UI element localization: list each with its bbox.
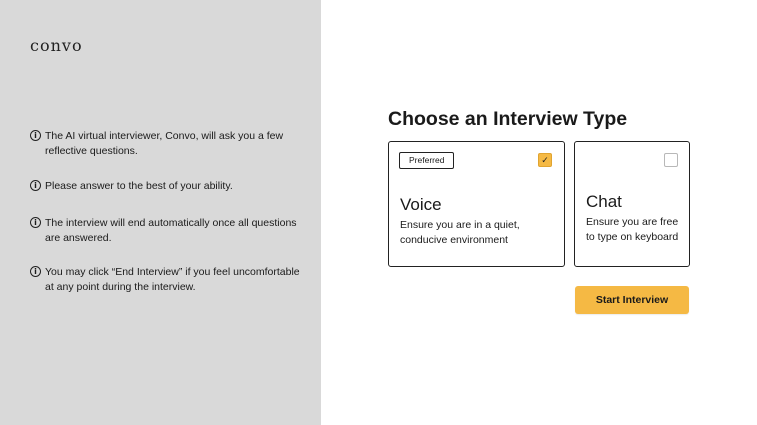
checkmark-icon: ✓ — [541, 155, 549, 165]
info-panel: convo i The AI virtual interviewer, Conv… — [0, 0, 321, 425]
instruction-text: The interview will end automatically onc… — [45, 217, 297, 244]
info-icon: i — [30, 217, 41, 228]
instruction-item: i Please answer to the best of your abil… — [30, 179, 300, 194]
instruction-item: i The AI virtual interviewer, Convo, wil… — [30, 129, 300, 159]
info-icon: i — [30, 130, 41, 141]
voice-checkbox[interactable]: ✓ — [538, 153, 552, 167]
instruction-item: i You may click “End Interview” if you f… — [30, 265, 300, 295]
voice-option-title: Voice — [400, 195, 442, 214]
voice-option-card[interactable]: Preferred ✓ Voice Ensure you are in a qu… — [388, 141, 565, 267]
page-title: Choose an Interview Type — [388, 108, 628, 130]
chat-option-title: Chat — [586, 192, 622, 211]
instruction-text: Please answer to the best of your abilit… — [45, 180, 233, 192]
info-icon: i — [30, 180, 41, 191]
chat-option-description: Ensure you are free to type on keyboard — [586, 216, 679, 243]
preferred-badge: Preferred — [399, 152, 455, 169]
instruction-text: The AI virtual interviewer, Convo, will … — [45, 130, 284, 157]
chat-checkbox[interactable] — [664, 153, 678, 167]
voice-option-description: Ensure you are in a quiet, conducive env… — [400, 219, 520, 246]
chat-option-card[interactable]: Chat Ensure you are free to type on keyb… — [574, 141, 690, 267]
instruction-item: i The interview will end automatically o… — [30, 216, 300, 246]
info-icon: i — [30, 266, 41, 277]
instruction-text: You may click “End Interview” if you fee… — [45, 266, 300, 293]
start-interview-button[interactable]: Start Interview — [575, 286, 689, 314]
convo-logo: convo — [30, 36, 83, 55]
